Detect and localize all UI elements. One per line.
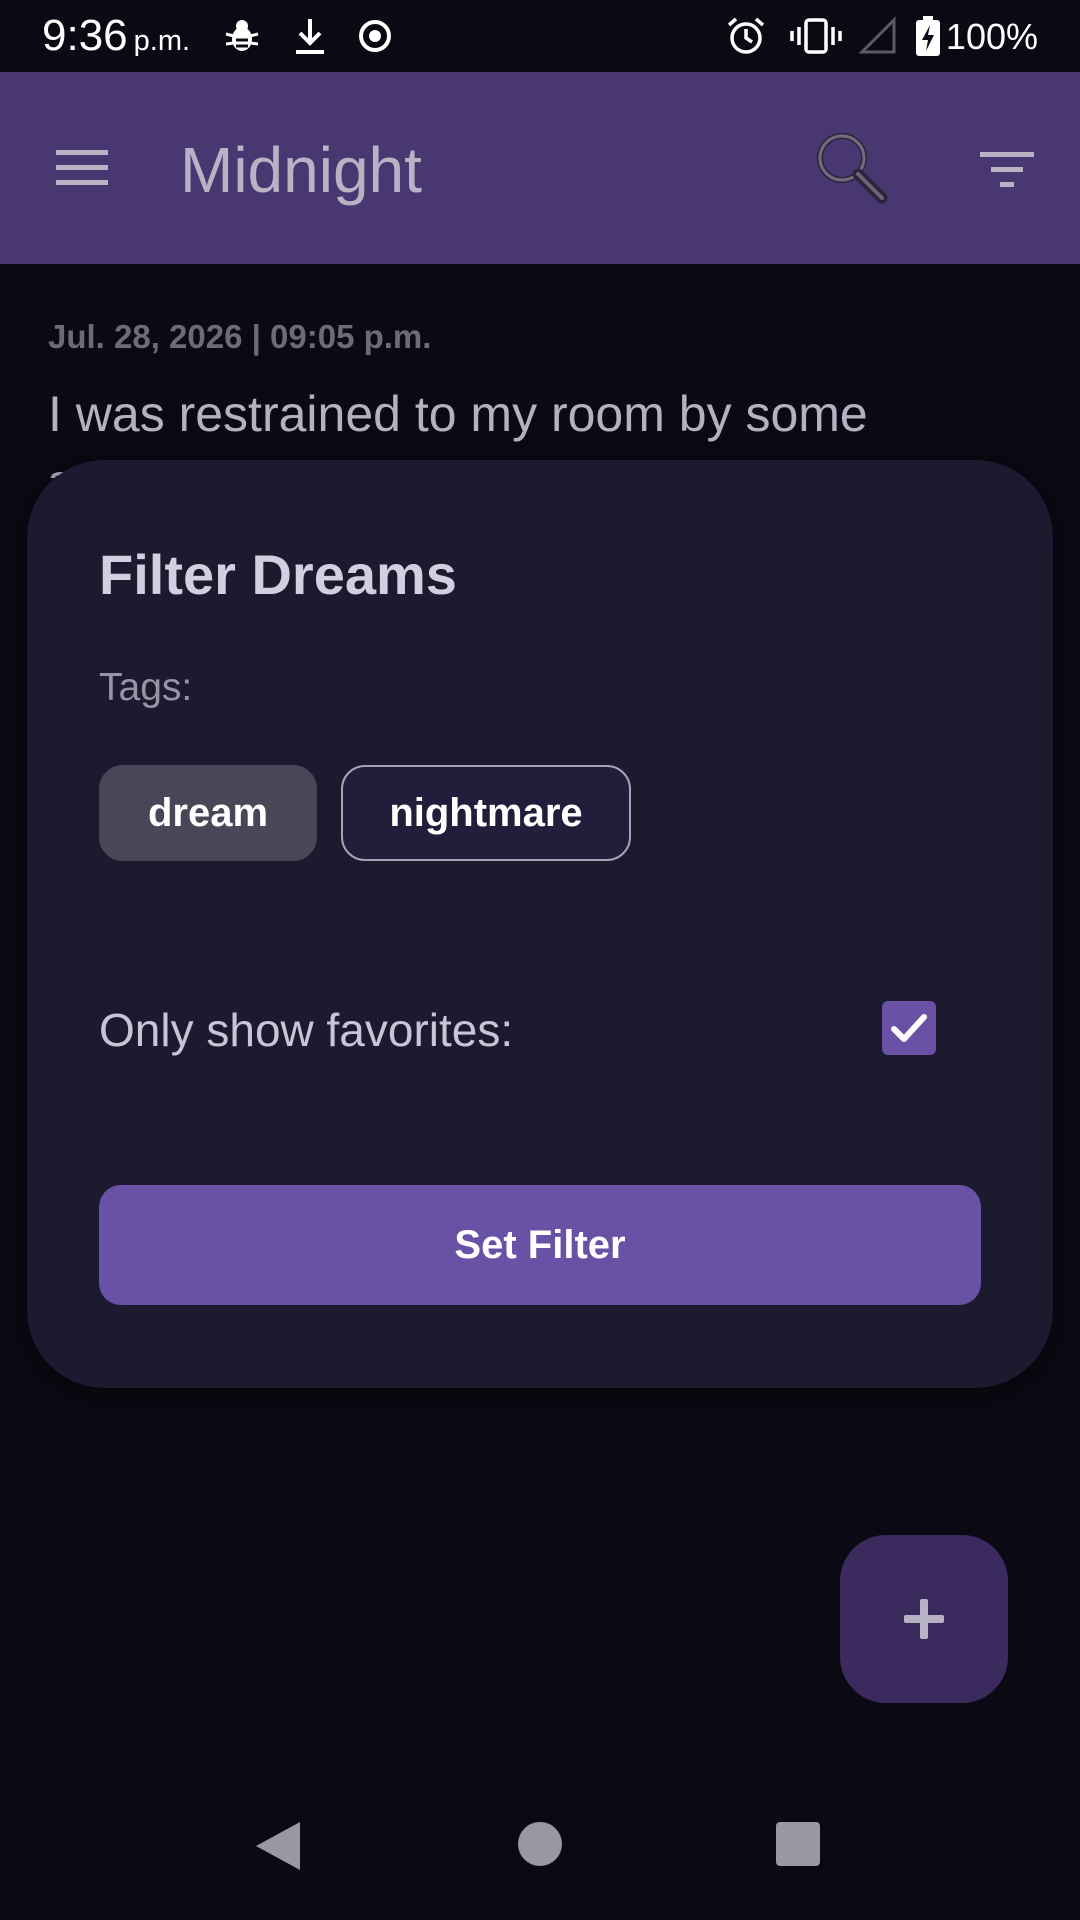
battery-percentage: 100% xyxy=(945,16,1038,57)
favorites-checkbox[interactable] xyxy=(882,1001,936,1055)
vibrate-icon xyxy=(790,18,842,54)
signal-icon xyxy=(858,16,896,54)
entry-date: Jul. 28, 2026 | 09:05 p.m. xyxy=(48,318,432,355)
recents-icon[interactable] xyxy=(774,1820,822,1868)
dialog-title: Filter Dreams xyxy=(99,543,457,606)
status-time: 9:36 p.m. xyxy=(42,12,190,65)
favorites-label: Only show favorites: xyxy=(99,1004,514,1056)
back-icon[interactable] xyxy=(252,1820,304,1872)
screen: 9:36 p.m. 100% Midnight Jul. 28, 2026 | … xyxy=(0,0,1080,1920)
tag-chip-nightmare[interactable]: nightmare xyxy=(341,765,631,861)
bug-icon xyxy=(225,20,259,51)
menu-icon[interactable] xyxy=(52,144,112,192)
download-icon xyxy=(296,19,324,54)
tags-label: Tags: xyxy=(99,666,193,709)
record-icon xyxy=(359,20,391,52)
alarm-icon xyxy=(727,17,765,54)
home-icon[interactable] xyxy=(516,1820,564,1868)
battery-charging-icon xyxy=(916,16,940,56)
add-dream-button[interactable] xyxy=(840,1535,1008,1703)
set-filter-button[interactable]: Set Filter xyxy=(99,1185,981,1305)
search-icon[interactable] xyxy=(812,128,890,206)
navigation-bar xyxy=(0,1776,1080,1920)
filter-icon[interactable] xyxy=(978,148,1036,192)
status-time-value: 9:36 xyxy=(42,11,128,60)
app-title: Midnight xyxy=(180,134,422,206)
status-bar: 9:36 p.m. 100% xyxy=(0,0,1080,72)
checkmark-icon xyxy=(891,1014,927,1042)
tag-chip-dream[interactable]: dream xyxy=(99,765,317,861)
filter-dialog: Filter Dreams Tags: dream nightmare Only… xyxy=(27,460,1053,1388)
app-bar: Midnight xyxy=(0,72,1080,264)
status-time-suffix: p.m. xyxy=(133,25,191,57)
plus-icon xyxy=(904,1599,944,1639)
